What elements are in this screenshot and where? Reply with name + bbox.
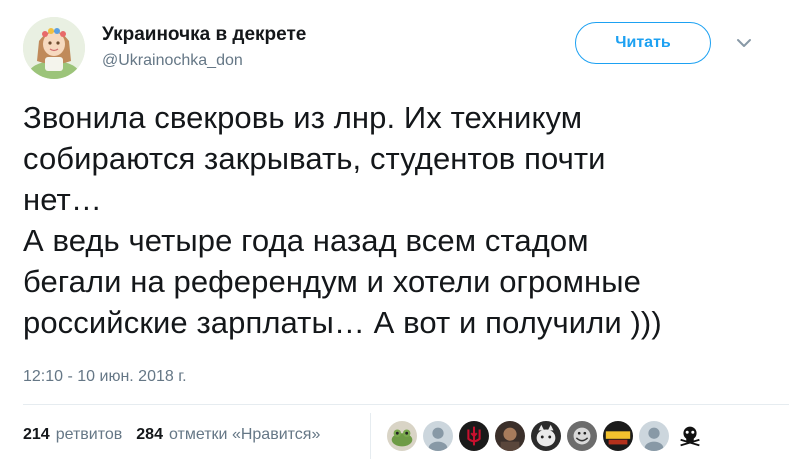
tweet-line: собираются закрывать, студентов почти: [23, 141, 606, 176]
liker-avatars: [386, 420, 710, 452]
tweet-text: Звонила свекровь из лнр. Их техникум соб…: [23, 97, 793, 343]
tweet-timestamp[interactable]: 12:10 - 10 июн. 2018 г.: [23, 368, 187, 386]
display-name[interactable]: Украиночка в декрете: [102, 24, 306, 46]
tweet-line: российские зарплаты… А вот и получили ))…: [23, 305, 662, 340]
stats-separator: [370, 413, 371, 459]
retweets-label: ретвитов: [55, 426, 123, 443]
tweet-line: бегали на референдум и хотели огромные: [23, 264, 642, 299]
likes-count: 284: [136, 426, 163, 443]
tweet-line: А ведь четыре года назад всем стадом: [23, 223, 589, 258]
user-handle[interactable]: @Ukrainochka_don: [102, 52, 243, 70]
photo-avatar[interactable]: [494, 420, 526, 452]
user-avatar[interactable]: [23, 17, 85, 79]
cartoon-avatar[interactable]: [566, 420, 598, 452]
sticker-avatar[interactable]: [602, 420, 634, 452]
likes-label: отметки «Нравится»: [168, 426, 321, 443]
divider: [23, 404, 789, 405]
retweets-stat[interactable]: 214 ретвитов: [23, 426, 122, 444]
default-avatar[interactable]: [422, 420, 454, 452]
likes-stat[interactable]: 284 отметки «Нравится»: [136, 426, 320, 444]
default-avatar[interactable]: [638, 420, 670, 452]
cat-avatar[interactable]: [530, 420, 562, 452]
skull-avatar[interactable]: [674, 420, 706, 452]
follow-button[interactable]: Читать: [575, 22, 711, 64]
tweet-line: Звонила свекровь из лнр. Их техникум: [23, 100, 583, 135]
chevron-down-icon[interactable]: [734, 36, 754, 50]
trident-avatar[interactable]: [458, 420, 490, 452]
retweets-count: 214: [23, 426, 50, 443]
tweet-stats: 214 ретвитов 284 отметки «Нравится»: [23, 426, 320, 444]
frog-avatar[interactable]: [386, 420, 418, 452]
tweet-line: нет…: [23, 182, 102, 217]
